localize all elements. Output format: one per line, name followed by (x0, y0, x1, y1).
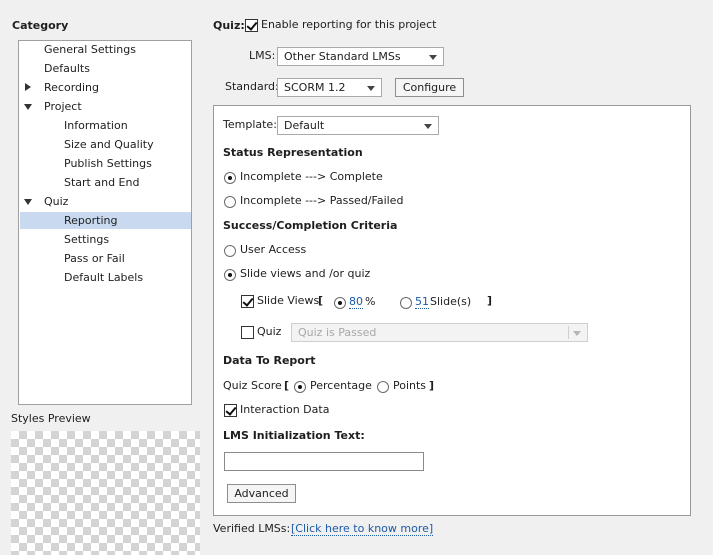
quiz-checkbox[interactable] (241, 326, 254, 339)
interaction-data-checkbox[interactable] (224, 404, 237, 417)
quiz-criteria-dropdown[interactable]: Quiz is Passed (291, 323, 588, 342)
tree-item-project[interactable]: Project (44, 98, 82, 115)
percent-value[interactable]: 80 (349, 295, 363, 309)
know-more-link[interactable]: [Click here to know more] (291, 522, 434, 536)
tree-item-information[interactable]: Information (64, 117, 128, 134)
points-label: Points (393, 379, 427, 392)
percentage-radio[interactable] (294, 381, 306, 393)
points-radio[interactable] (377, 381, 389, 393)
tree-item-start-and-end[interactable]: Start and End (64, 174, 139, 191)
template-label: Template: (223, 118, 277, 131)
slides-unit: Slide(s) (430, 295, 472, 308)
lms-dropdown[interactable]: Other Standard LMSs (277, 47, 444, 66)
slide-views-count-value[interactable]: 51 (415, 295, 429, 309)
percentage-label: Percentage (310, 379, 372, 392)
bracket-open: [ (284, 379, 290, 392)
collapse-arrow-icon[interactable] (24, 104, 32, 110)
template-dropdown[interactable]: Default (277, 116, 439, 135)
quiz-label: Quiz (257, 325, 282, 338)
percent-unit: % (365, 295, 376, 308)
slide-views-checkbox[interactable] (241, 295, 254, 308)
tree-item-defaults[interactable]: Defaults (44, 60, 90, 77)
lms-init-text-heading: LMS Initialization Text: (223, 429, 365, 442)
enable-reporting-checkbox[interactable] (245, 19, 258, 32)
standard-dropdown[interactable]: SCORM 1.2 (277, 78, 382, 97)
user-access-radio[interactable] (224, 245, 236, 257)
configure-button[interactable]: Configure (395, 78, 464, 97)
verified-lms-label: Verified LMSs: (213, 522, 291, 535)
tree-item-size-and-quality[interactable]: Size and Quality (64, 136, 154, 153)
bracket-open: [ (318, 294, 324, 307)
lms-init-text-input[interactable] (224, 452, 424, 471)
enable-reporting-label: Enable reporting for this project (261, 18, 437, 31)
data-to-report-heading: Data To Report (223, 354, 316, 367)
slide-views-label: Slide Views (257, 294, 320, 307)
tree-item-settings[interactable]: Settings (64, 231, 109, 248)
category-tree[interactable]: General Settings Defaults Recording Proj… (18, 40, 192, 405)
slide-views-percent-value[interactable]: 80 (349, 295, 363, 309)
styles-preview-label: Styles Preview (11, 412, 91, 425)
tree-item-quiz[interactable]: Quiz (44, 193, 68, 210)
quiz-section-label: Quiz: (213, 19, 245, 32)
bracket-close: ] (429, 379, 435, 392)
success-completion-heading: Success/Completion Criteria (223, 219, 398, 232)
status-complete-radio[interactable] (224, 172, 236, 184)
styles-preview (11, 431, 200, 555)
standard-value: SCORM 1.2 (284, 81, 346, 94)
slide-views-quiz-label: Slide views and /or quiz (240, 267, 371, 280)
collapse-arrow-icon[interactable] (24, 199, 32, 205)
standard-label: Standard: (225, 80, 279, 93)
expand-arrow-icon[interactable] (25, 83, 31, 91)
status-passed-failed-label: Incomplete ---> Passed/Failed (240, 194, 404, 207)
lms-value: Other Standard LMSs (284, 50, 401, 63)
template-value: Default (284, 119, 325, 132)
chevron-down-icon (367, 86, 375, 91)
status-representation-heading: Status Representation (223, 146, 363, 159)
know-more-link-text[interactable]: [Click here to know more] (291, 522, 434, 536)
chevron-down-icon (573, 331, 581, 336)
chevron-down-icon (424, 124, 432, 129)
lms-label: LMS: (249, 49, 276, 62)
user-access-label: User Access (240, 243, 307, 256)
tree-item-reporting[interactable]: Reporting (20, 212, 191, 229)
category-title: Category (12, 19, 69, 32)
tree-item-general-settings[interactable]: General Settings (44, 41, 136, 58)
slide-views-percent-radio[interactable] (334, 297, 346, 309)
status-passed-failed-radio[interactable] (224, 196, 236, 208)
tree-item-recording[interactable]: Recording (44, 79, 99, 96)
tree-item-default-labels[interactable]: Default Labels (64, 269, 143, 286)
quiz-score-label: Quiz Score (223, 379, 282, 392)
tree-item-pass-or-fail[interactable]: Pass or Fail (64, 250, 125, 267)
quiz-criteria-value: Quiz is Passed (298, 326, 377, 339)
interaction-data-label: Interaction Data (240, 403, 330, 416)
slide-views-count-radio[interactable] (400, 297, 412, 309)
bracket-close: ] (487, 294, 493, 307)
slide-views-quiz-radio[interactable] (224, 269, 236, 281)
advanced-button[interactable]: Advanced (227, 484, 296, 503)
slides-value[interactable]: 51 (415, 295, 429, 309)
tree-item-publish-settings[interactable]: Publish Settings (64, 155, 152, 172)
dropdown-separator (568, 326, 569, 339)
chevron-down-icon (429, 55, 437, 60)
status-complete-label: Incomplete ---> Complete (240, 170, 383, 183)
